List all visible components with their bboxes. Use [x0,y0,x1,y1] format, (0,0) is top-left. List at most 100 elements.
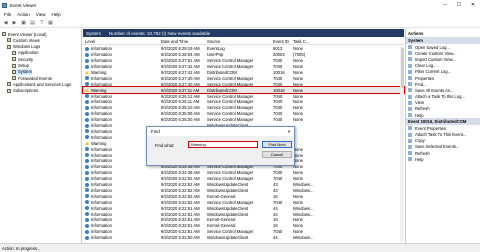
console-tree: Event Viewer (Local) Custom Views Windows … [0,29,82,243]
cell-level: Information [85,229,112,234]
action-label: Import Custom View... [415,56,456,62]
cell-id: 7040 [273,199,283,205]
scroll-thumb[interactable] [400,48,404,88]
level-text: Information [91,105,112,111]
cell-id: 7040 [273,75,283,81]
log-name: System [86,30,102,36]
cell-task: None [293,229,304,235]
cell-source: Service Control Manager [207,199,254,205]
cell-id: 43 [273,182,278,188]
level-text: Warning [91,87,107,93]
forward-icon[interactable]: ▶ [11,19,18,26]
information-icon [85,76,89,81]
menu-view[interactable]: View [36,12,46,17]
level-text: Information [91,123,112,129]
cell-source: Service Control Manager [207,58,254,64]
cell-source: DistributedCOM [207,87,237,93]
find-what-input[interactable] [188,141,258,148]
cell-id: 7040 [273,170,283,176]
cell-task: None [293,64,304,70]
information-icon [85,99,89,104]
information-icon [85,153,89,158]
column-event-id[interactable]: Event ID [273,39,289,44]
cell-id: 7040 [273,58,283,64]
cell-id: 44 [273,205,278,211]
action-icon [408,100,412,105]
cell-task: None [293,93,304,99]
vertical-scrollbar[interactable] [400,46,404,242]
cell-task: None [293,193,304,199]
cell-task: None [293,46,304,52]
information-icon [85,235,89,240]
find-close-button[interactable]: ✕ [284,127,294,136]
cell-level: Information [85,176,112,181]
action-icon [408,126,412,131]
level-text: Information [91,182,112,188]
column-date[interactable]: Date and Time [161,39,188,44]
information-icon [85,217,89,222]
cell-id: 7040 [273,117,283,123]
menu-help[interactable]: Help [51,12,60,17]
tree-node[interactable]: Application [12,50,39,56]
window-title: Event Viewer [10,2,37,8]
information-icon [85,212,89,217]
pane-icon[interactable]: ▦ [47,19,54,26]
actions-section-event[interactable]: Event 10016, DistributedCOM [406,118,480,126]
cell-task: None [293,170,304,176]
tree-node[interactable]: Custom Views [7,37,40,43]
cell-id: 6013 [273,46,283,52]
folder-icon [12,57,16,62]
action-icon [408,144,412,149]
cell-level: Information [85,117,112,122]
cell-level: Information [85,94,112,99]
event-viewer-icon [2,2,7,8]
tree-node-label: System [18,69,32,75]
column-level[interactable]: Level [85,39,95,44]
cell-task: None [293,75,304,81]
action-item[interactable]: Help [406,156,480,162]
properties-icon[interactable]: ▤ [29,19,36,26]
tree-node[interactable]: Setup [12,63,29,69]
title-bar: Event Viewer ─ ☐ ✕ [0,0,480,10]
cell-date: 9/2/2020 6:28:04 AM [161,52,200,58]
information-icon [85,64,89,69]
cell-date: 9/2/2020 6:22:50 AM [161,235,200,241]
cell-date: 9/2/2020 6:27:42 AM [161,69,200,75]
action-label: Copy [415,138,425,144]
back-icon[interactable]: ◀ [2,19,9,26]
cell-source: Kernel-General [207,223,236,229]
action-icon [408,57,412,62]
column-task[interactable]: Task C... [293,39,309,44]
find-next-button[interactable]: Find Next [262,141,292,148]
level-text: Information [91,99,112,105]
up-icon[interactable]: ▣ [20,19,27,26]
information-icon [85,123,89,128]
action-icon [408,45,412,50]
cell-date: 9/2/2020 6:27:40 AM [161,81,200,87]
cell-id: 10016 [273,69,285,75]
information-icon [85,46,89,51]
tree-node[interactable]: Forwarded Events [12,75,52,81]
tree-node[interactable]: Windows Logs [7,44,40,50]
menu-file[interactable]: File [4,12,11,17]
cell-level: Information [85,170,112,175]
cell-source: UserPnp [207,52,224,58]
help-icon[interactable]: ? [38,19,45,26]
tree-node[interactable]: Subscriptions [7,88,38,94]
actions-section-system[interactable]: System [406,37,480,44]
column-source[interactable]: Source [207,39,220,44]
tree-node[interactable]: Applications and Services Logs [7,81,71,87]
tree-node[interactable]: Security [12,56,33,62]
cancel-button[interactable]: Cancel [262,151,292,158]
cell-date: 9/2/2020 6:22:52 AM [161,199,200,205]
cell-source: Service Control Manager [207,229,254,235]
warning-icon [85,88,89,93]
tree-node[interactable]: Event Viewer (Local) [2,31,47,37]
minimize-button[interactable]: ─ [438,0,452,10]
cell-level: Information [85,164,112,169]
tree-node[interactable]: System [12,68,32,75]
close-button[interactable]: ✕ [466,0,480,10]
menu-action[interactable]: Action [17,12,30,17]
maximize-button[interactable]: ☐ [452,0,466,10]
table-row[interactable]: Information 9/2/2020 6:22:50 AM WindowsUpd… [83,235,404,241]
